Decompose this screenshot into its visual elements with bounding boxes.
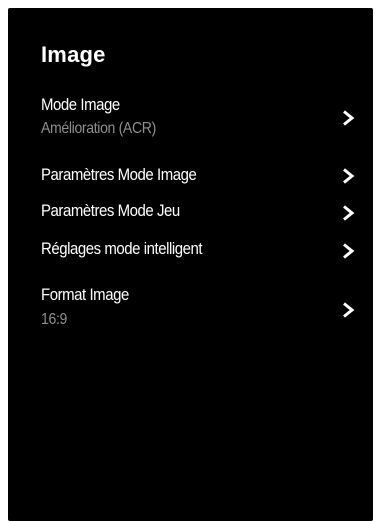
menu-item-value: Amélioration (ACR): [41, 120, 156, 137]
chevron-right-icon: [341, 110, 355, 126]
menu-item-mode-image[interactable]: Mode Image Amélioration (ACR): [8, 90, 373, 154]
menu-item-smart-mode-settings[interactable]: Réglages mode intelligent: [8, 234, 373, 268]
chevron-right-icon: [341, 243, 355, 259]
menu-item-label: Paramètres Mode Jeu: [41, 201, 180, 220]
menu-item-label: Format Image: [41, 285, 129, 304]
menu-item-label: Mode Image: [41, 95, 120, 114]
menu-item-value: 16:9: [41, 311, 68, 328]
chevron-right-icon: [341, 205, 355, 221]
menu-item-label: Réglages mode intelligent: [41, 239, 203, 258]
menu-item-label: Paramètres Mode Image: [41, 165, 197, 184]
chevron-right-icon: [341, 168, 355, 184]
menu-item-aspect-ratio[interactable]: Format Image 16:9: [8, 280, 373, 344]
chevron-right-icon: [341, 302, 355, 318]
menu-title: Image: [41, 42, 106, 67]
menu-item-picture-settings[interactable]: Paramètres Mode Image: [8, 160, 373, 194]
image-menu-panel: Image Mode Image Amélioration (ACR) Para…: [8, 8, 373, 521]
menu-item-game-mode-settings[interactable]: Paramètres Mode Jeu: [8, 196, 373, 230]
